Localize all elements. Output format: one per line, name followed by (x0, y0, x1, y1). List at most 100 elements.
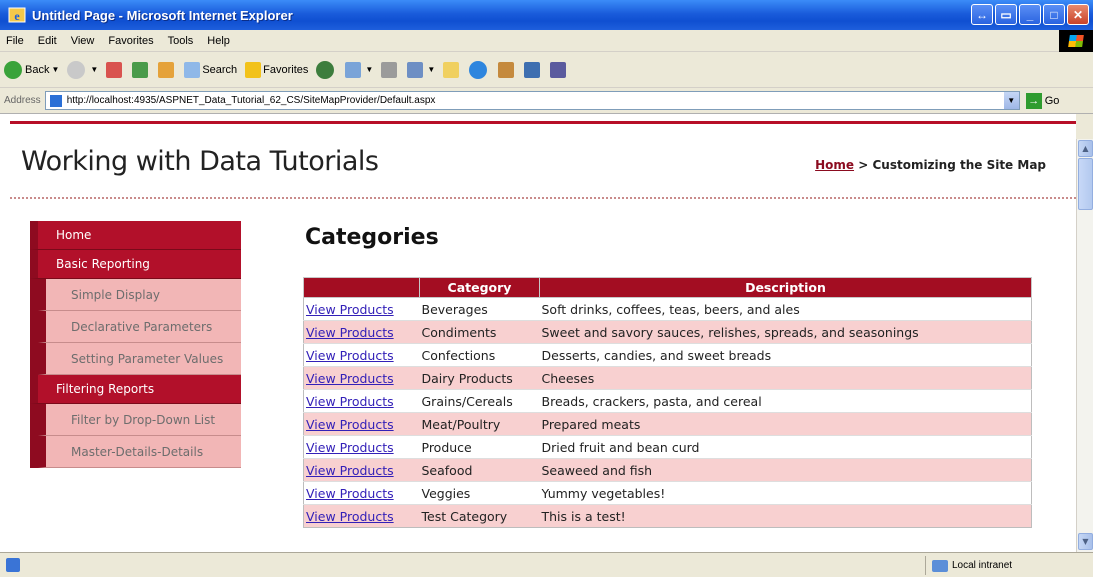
edit-button[interactable]: ▼ (407, 61, 435, 78)
table-row: View Products Condiments Sweet and savor… (303, 320, 1032, 344)
sidebar-item-simple-display[interactable]: Simple Display (38, 279, 241, 311)
view-products-link[interactable]: View Products (306, 509, 394, 524)
view-products-link[interactable]: View Products (306, 417, 394, 432)
category-cell: Dairy Products (419, 366, 540, 390)
vertical-scrollbar[interactable]: ▲ ▼ (1076, 139, 1093, 552)
link-cell: View Products (303, 412, 420, 436)
sidebar-item-filtering-reports[interactable]: Filtering Reports (30, 375, 241, 404)
link-cell: View Products (303, 389, 420, 413)
sidebar-item-setting-parameter-values[interactable]: Setting Parameter Values (38, 343, 241, 375)
sidebar-group-basic-reporting: Simple Display Declarative Parameters Se… (30, 279, 241, 375)
go-button[interactable]: → Go (1025, 92, 1059, 109)
description-cell: Sweet and savory sauces, relishes, sprea… (539, 320, 1032, 344)
address-dropdown-icon[interactable]: ▼ (1003, 92, 1019, 109)
menu-file[interactable]: File (6, 35, 24, 47)
windows-flag-icon (1068, 35, 1084, 47)
media-button[interactable] (316, 60, 337, 79)
forward-dropdown-icon[interactable]: ▼ (90, 65, 98, 74)
ie-icon: e (8, 7, 26, 23)
menu-edit[interactable]: Edit (38, 35, 57, 47)
sidebar-nav: Home Basic Reporting Simple Display Decl… (30, 221, 241, 468)
view-products-link[interactable]: View Products (306, 486, 394, 501)
category-cell: Confections (419, 343, 540, 367)
category-cell: Veggies (419, 481, 540, 505)
tool-button-b[interactable] (550, 61, 568, 78)
search-button[interactable]: Search (184, 61, 237, 78)
breadcrumb-home-link[interactable]: Home (815, 158, 854, 172)
edit-icon (407, 61, 424, 78)
favorites-button[interactable]: Favorites (245, 61, 308, 78)
sidebar-item-master-details-details[interactable]: Master-Details-Details (38, 436, 241, 468)
research-icon (498, 61, 515, 78)
breadcrumb-current: Customizing the Site Map (872, 158, 1046, 172)
view-products-link[interactable]: View Products (306, 348, 394, 363)
minimize-button[interactable]: _ (1019, 4, 1041, 25)
table-body: View Products Beverages Soft drinks, cof… (303, 297, 1032, 528)
breadcrumb-separator: > (858, 158, 869, 172)
view-products-link[interactable]: View Products (306, 302, 394, 317)
tool-b-icon (550, 61, 567, 78)
history-dropdown-icon[interactable]: ▼ (365, 65, 373, 74)
description-cell: Seaweed and fish (539, 458, 1032, 482)
column-header-category: Category (419, 277, 540, 298)
link-cell: View Products (303, 504, 420, 528)
sidebar-item-filter-by-dropdown[interactable]: Filter by Drop-Down List (38, 404, 241, 436)
back-dropdown-icon[interactable]: ▼ (51, 65, 59, 74)
menu-help[interactable]: Help (207, 35, 230, 47)
back-button[interactable]: Back ▼ (4, 60, 59, 79)
view-products-link[interactable]: View Products (306, 440, 394, 455)
research-button[interactable] (498, 61, 516, 78)
discuss-button[interactable] (443, 61, 461, 78)
page-status-icon (6, 558, 20, 572)
print-button[interactable] (381, 61, 399, 78)
table-row: View Products Meat/Poultry Prepared meat… (303, 412, 1032, 436)
category-cell: Grains/Cereals (419, 389, 540, 413)
table-row: View Products Veggies Yummy vegetables! (303, 481, 1032, 505)
sidebar-item-basic-reporting[interactable]: Basic Reporting (30, 250, 241, 279)
home-button[interactable] (158, 61, 176, 78)
tool-button-a[interactable] (524, 61, 542, 78)
table-row: View Products Produce Dried fruit and be… (303, 435, 1032, 459)
table-row: View Products Confections Desserts, cand… (303, 343, 1032, 367)
link-cell: View Products (303, 343, 420, 367)
history-button[interactable]: ▼ (345, 61, 373, 78)
restore-icon[interactable]: ▭ (995, 4, 1017, 25)
security-zone: Local intranet (925, 556, 1085, 575)
scroll-thumb[interactable] (1078, 158, 1093, 210)
view-products-link[interactable]: View Products (306, 371, 394, 386)
link-cell: View Products (303, 481, 420, 505)
close-button[interactable]: ✕ (1067, 4, 1089, 25)
resize-icon[interactable]: ↔ (971, 4, 993, 25)
maximize-button[interactable]: □ (1043, 4, 1065, 25)
sidebar-item-declarative-parameters[interactable]: Declarative Parameters (38, 311, 241, 343)
scroll-up-icon[interactable]: ▲ (1078, 140, 1093, 157)
description-cell: Cheeses (539, 366, 1032, 390)
view-products-link[interactable]: View Products (306, 325, 394, 340)
address-input[interactable]: http://localhost:4935/ASPNET_Data_Tutori… (44, 91, 1020, 110)
categories-table: Category Description View Products Bever… (303, 277, 1032, 528)
table-header-row: Category Description (303, 277, 1032, 298)
address-bar: Address http://localhost:4935/ASPNET_Dat… (0, 88, 1093, 114)
address-label: Address (4, 95, 41, 106)
sidebar-item-home[interactable]: Home (30, 221, 241, 250)
view-products-link[interactable]: View Products (306, 394, 394, 409)
menu-favorites[interactable]: Favorites (108, 35, 153, 47)
page-top (0, 114, 1076, 139)
breadcrumb: Home > Customizing the Site Map (815, 158, 1046, 172)
star-icon (245, 61, 262, 78)
menu-tools[interactable]: Tools (168, 35, 194, 47)
category-cell: Produce (419, 435, 540, 459)
refresh-button[interactable] (132, 61, 150, 78)
menu-view[interactable]: View (71, 35, 95, 47)
sidebar-group-filtering-reports: Filter by Drop-Down List Master-Details-… (30, 404, 241, 468)
header-rule (10, 121, 1076, 124)
view-products-link[interactable]: View Products (306, 463, 394, 478)
page-viewport: Working with Data Tutorials Home > Custo… (0, 139, 1076, 552)
messenger-button[interactable] (469, 60, 490, 79)
menu-bar: File Edit View Favorites Tools Help (0, 30, 1093, 52)
edit-dropdown-icon[interactable]: ▼ (427, 65, 435, 74)
scroll-down-icon[interactable]: ▼ (1078, 533, 1093, 550)
column-header-description: Description (539, 277, 1032, 298)
stop-button[interactable] (106, 61, 124, 78)
forward-button[interactable]: ▼ (67, 60, 98, 79)
